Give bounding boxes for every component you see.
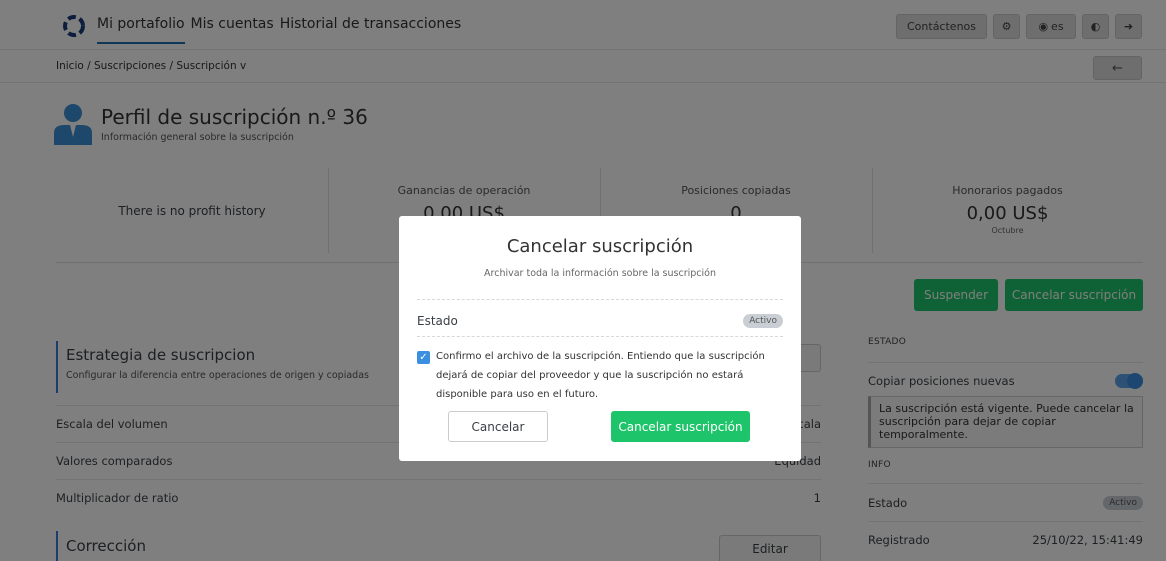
page: Mi portafolio Mis cuentas Historial de t…: [0, 0, 1166, 561]
confirm-text[interactable]: Confirmo el archivo de la suscripción. E…: [436, 347, 786, 404]
confirm-checkbox[interactable]: ✓: [417, 351, 430, 364]
dialog-status-badge: Activo: [743, 314, 783, 328]
dialog-cancel-button[interactable]: Cancelar: [448, 411, 548, 442]
dialog-state-label: Estado: [417, 314, 458, 328]
divider: [417, 299, 783, 300]
dialog-title: Cancelar suscripción: [506, 236, 694, 257]
dialog-state-row: Estado Activo: [417, 306, 783, 336]
dialog-confirm-button[interactable]: Cancelar suscripción: [611, 411, 750, 442]
check-icon: ✓: [419, 352, 428, 363]
divider: [417, 336, 783, 337]
dialog-subtitle: Archivar toda la información sobre la su…: [484, 268, 716, 279]
cancel-subscription-dialog: Cancelar suscripción Archivar toda la in…: [399, 216, 801, 461]
